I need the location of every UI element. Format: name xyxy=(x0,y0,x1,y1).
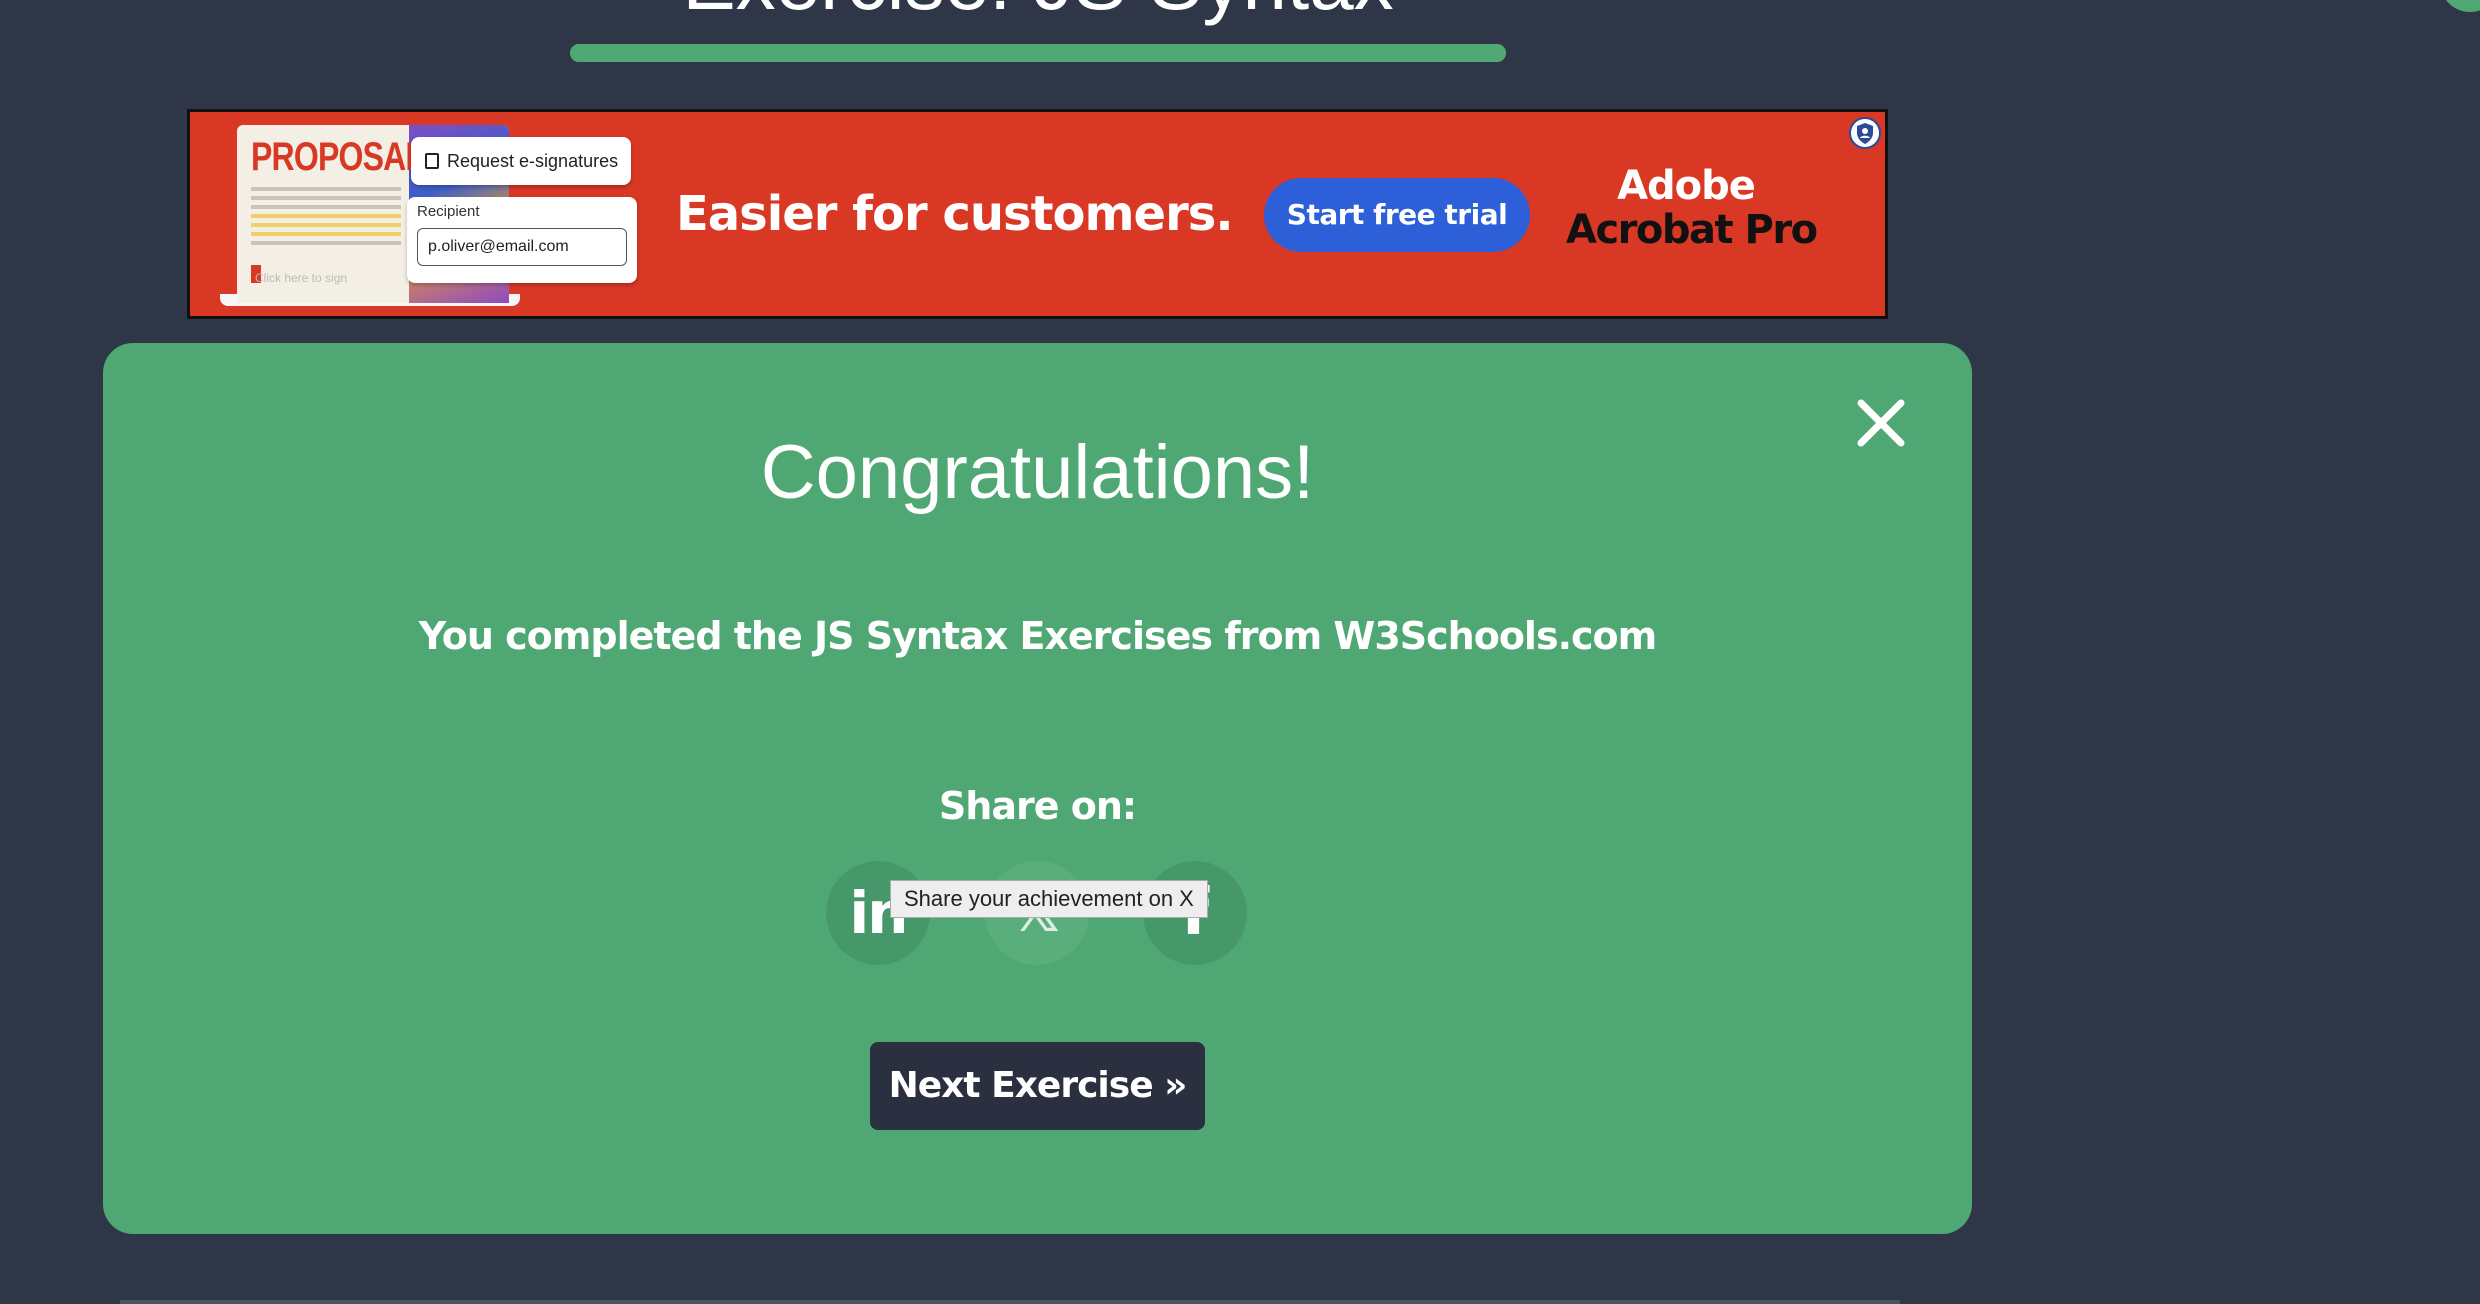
modal-title: Congratulations! xyxy=(760,430,1315,515)
ad-recipient-email: p.oliver@email.com xyxy=(417,228,627,266)
corner-avatar[interactable] xyxy=(2440,0,2480,12)
ad-recipient-label: Recipient xyxy=(417,203,480,220)
ad-document-title: PROPOSAL xyxy=(251,135,425,179)
divider xyxy=(120,1300,1900,1304)
ad-headline: Easier for customers. xyxy=(676,186,1234,242)
ad-banner[interactable]: PROPOSAL Click here to sign Request e-si… xyxy=(187,109,1888,319)
share-tooltip: Share your achievement on X xyxy=(890,880,1208,918)
completion-message: You completed the JS Syntax Exercises fr… xyxy=(418,614,1658,658)
ad-request-chip-label: Request e-signatures xyxy=(447,150,619,171)
share-label: Share on: xyxy=(938,784,1137,828)
ad-request-chip: Request e-signatures xyxy=(411,137,631,185)
ad-sign-hint: Click here to sign xyxy=(255,271,348,285)
ad-choices-icon[interactable] xyxy=(1848,115,1882,151)
ad-recipient-card: Recipient p.oliver@email.com xyxy=(407,197,637,283)
ad-product-name: Acrobat Pro xyxy=(1566,207,1818,253)
page-heading: Exercise: JS Syntax xyxy=(570,0,1506,22)
congratulations-modal: Congratulations! You completed the JS Sy… xyxy=(103,343,1972,1234)
document-icon xyxy=(425,153,439,169)
ad-start-trial-button[interactable]: Start free trial xyxy=(1264,178,1530,252)
ad-brand-logo: Adobe Acrobat Pro xyxy=(1566,163,1818,253)
ad-brand-name: Adobe xyxy=(1617,163,1756,209)
progress-bar-fill xyxy=(570,44,1506,62)
ad-document-lines xyxy=(251,187,401,250)
next-exercise-button[interactable]: Next Exercise » xyxy=(870,1042,1205,1130)
progress-bar xyxy=(570,44,1506,62)
